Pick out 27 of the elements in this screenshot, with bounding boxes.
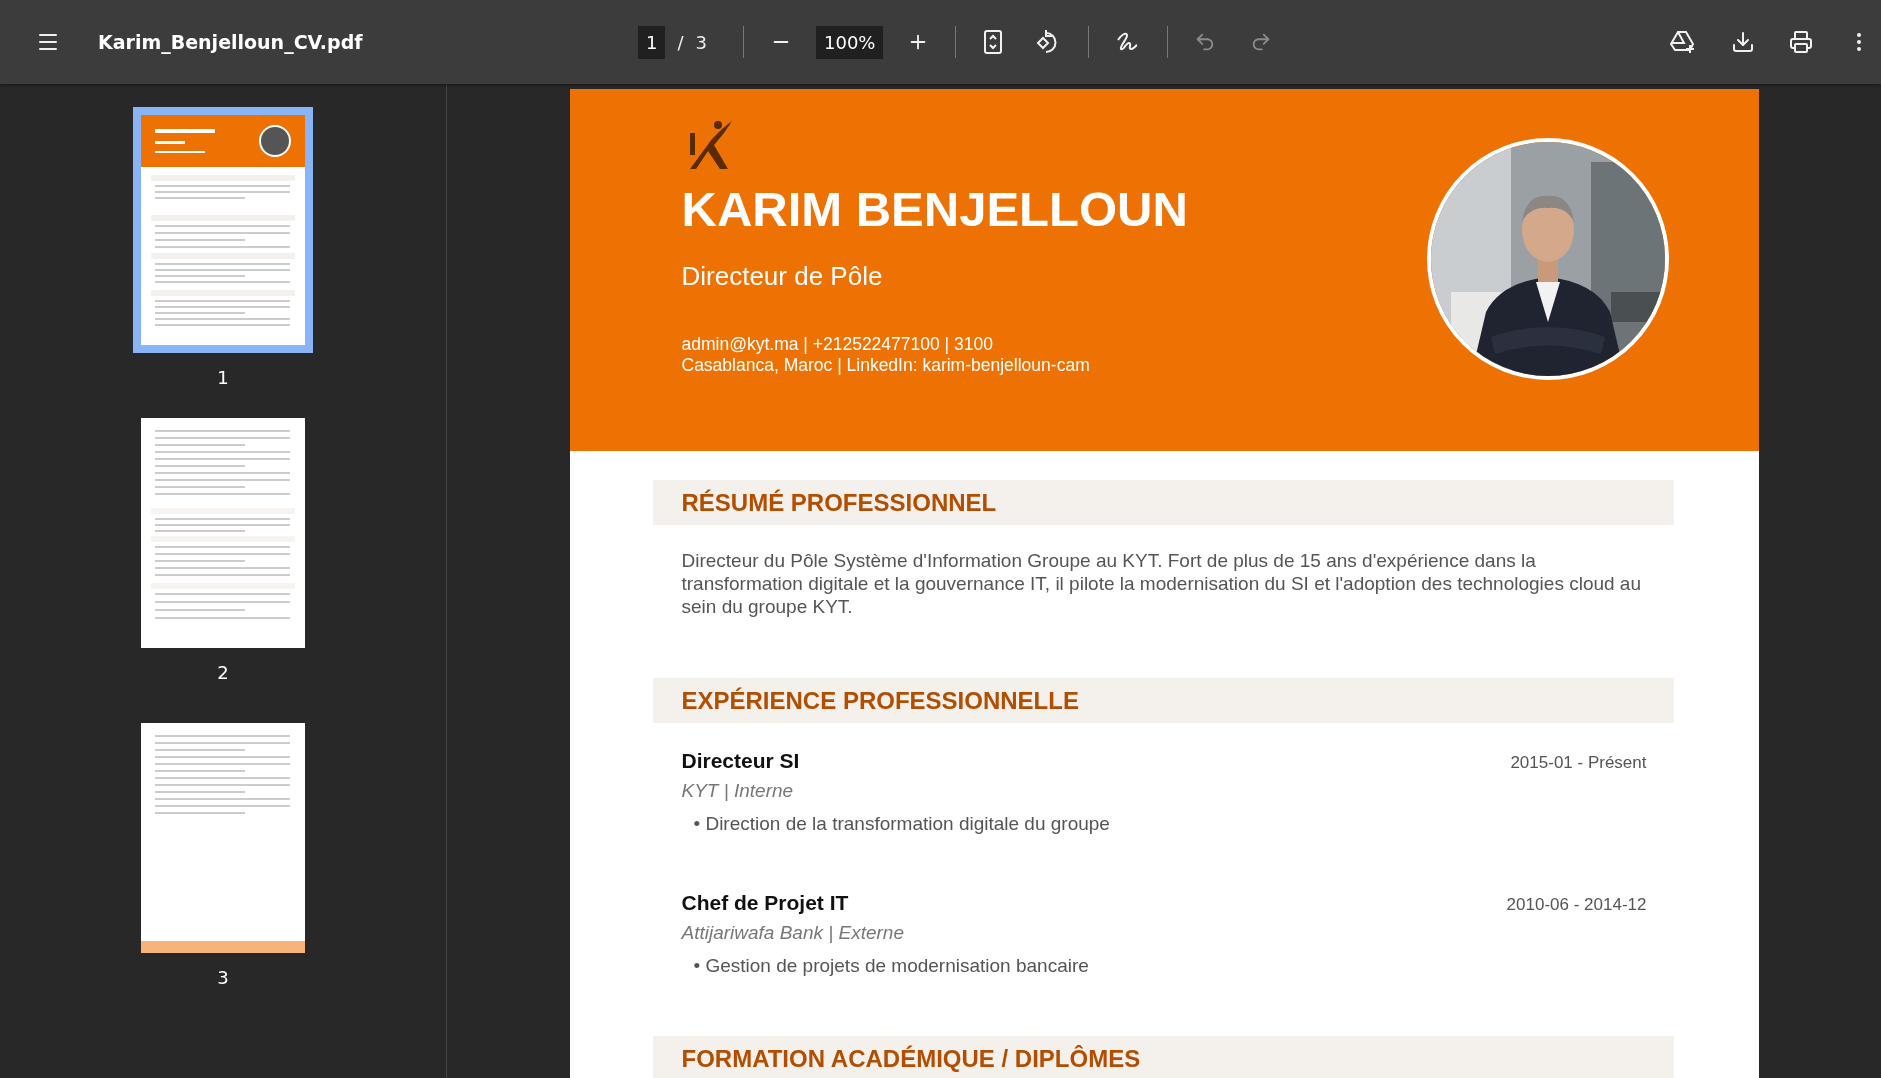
job-dates: 2015-01 - Présent [1510,753,1647,773]
section-heading: EXPÉRIENCE PROFESSIONNELLE [652,678,1674,723]
file-name: Karim_Benjelloun_CV.pdf [98,31,364,53]
candidate-name: KARIM BENJELLOUN [681,181,1189,237]
thumbnail-page-number: 2 [217,662,229,683]
job-title: Directeur de Pôle [681,261,884,292]
summary-text: Directeur du Pôle Système d'Information Groupe au KYT. Fort de plus de 15 ans d'expérience dans la transformation digitale et la gouvernance IT, il pilote la modernisation du SI et l'adoption des technologies cloud au sein du groupe KYT. [681,549,1642,618]
page-separator: / [677,31,684,53]
zoom-field[interactable]: 100% [816,25,884,59]
page-thumbnail[interactable] [141,723,305,953]
contact-line: admin@kyt.ma | +212522477100 | 3100 [681,334,994,355]
page-thumbnail[interactable] [141,418,305,648]
company-name: KYT | Interne [681,780,795,802]
page-thumbnail[interactable] [133,107,313,353]
thumbnail-page-number: 1 [217,367,229,388]
job-role: Directeur SI [681,749,800,773]
section-heading: RÉSUMÉ PROFESSIONNEL [652,480,1674,525]
page-count: 3 [695,31,707,53]
section-heading: FORMATION ACADÉMIQUE / DIPLÔMES [652,1036,1674,1078]
job-bullet: • Direction de la transformation digitale du groupe [693,813,1111,835]
job-dates: 2010-06 - 2014-12 [1506,895,1647,915]
job-role: Chef de Projet IT [681,891,849,915]
company-name: Attijariwafa Bank | Externe [681,922,905,944]
job-bullet: • Gestion de projets de modernisation bancaire [693,955,1090,977]
page-number-field[interactable]: 1 [638,25,666,59]
contact-line: Casablanca, Maroc | LinkedIn: karim-benjelloun-cam [681,355,1091,376]
thumbnail-page-number: 3 [217,967,229,988]
